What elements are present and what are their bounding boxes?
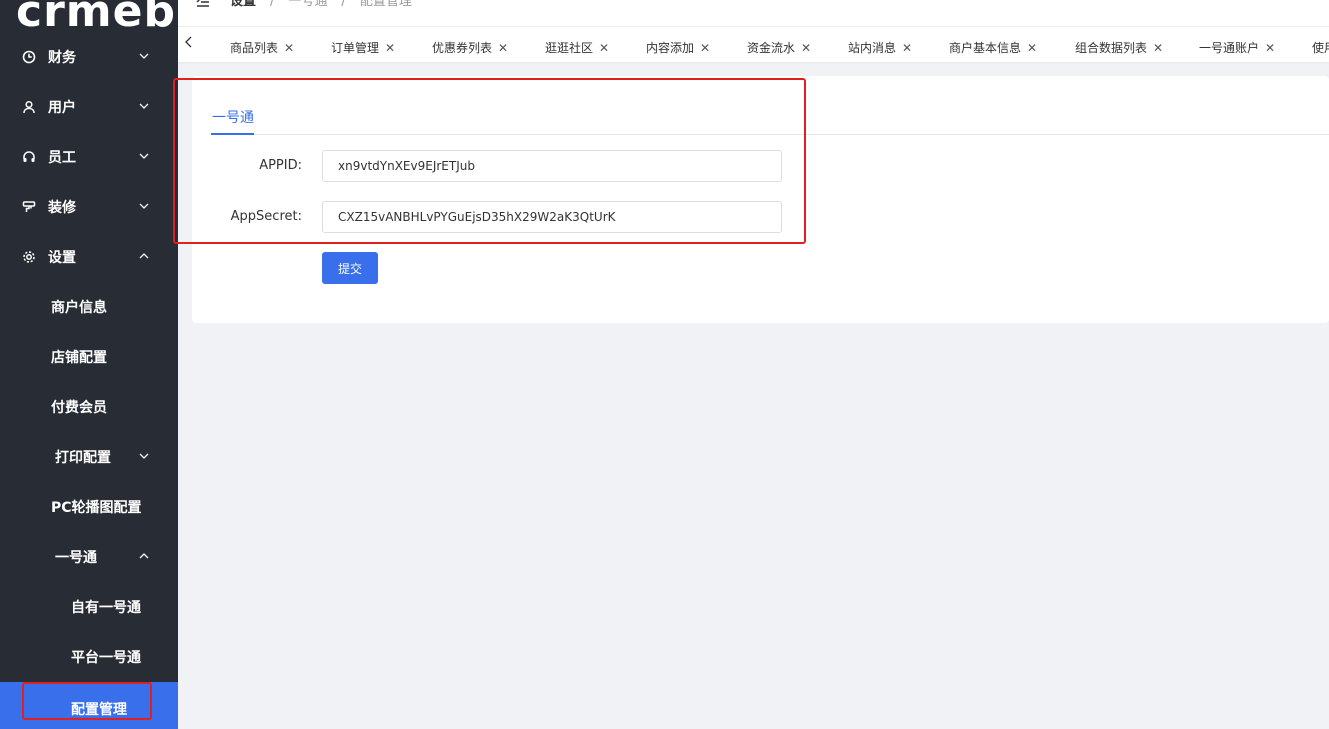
sidebar-item-print-config[interactable]: 打印配置 (0, 432, 178, 482)
config-card: 一号通 APPID: xn9vtdYnXEv9EJrETJub AppSecre… (192, 76, 1329, 323)
tab-merchant-basic-info[interactable]: 商户基本信息 ✕ (949, 39, 1037, 56)
tab-label: 优惠券列表 (432, 41, 493, 55)
sidebar-item-users[interactable]: 用户 (0, 82, 178, 132)
sidebar: crmeb 财务 用户 员工 装修 设置 商户信息 店铺配置 付费会员 打印配置… (0, 0, 178, 729)
top-header: 设置 / 一号通 / 配置管理 (178, 0, 1329, 26)
logo: crmeb (16, 0, 176, 37)
tab-label: 组合数据列表 (1075, 41, 1148, 55)
sidebar-item-label: PC轮播图配置 (51, 500, 142, 516)
tab-label: 使用 (1312, 41, 1329, 55)
close-icon[interactable]: ✕ (1153, 41, 1163, 55)
sidebar-item-label: 用户 (48, 100, 76, 116)
tab-divider (211, 134, 1329, 135)
tab-community[interactable]: 逛逛社区 ✕ (545, 39, 609, 56)
clock-icon (22, 50, 36, 64)
breadcrumb-item: 配置管理 (359, 0, 412, 9)
close-icon[interactable]: ✕ (385, 41, 395, 55)
sidebar-item-label: 打印配置 (55, 450, 111, 466)
close-icon[interactable]: ✕ (1027, 41, 1037, 55)
sidebar-item-label: 设置 (48, 250, 76, 266)
headset-icon (22, 150, 36, 164)
sidebar-item-settings[interactable]: 设置 (0, 232, 178, 282)
paint-roller-icon (22, 200, 36, 214)
breadcrumb-item[interactable]: 设置 (230, 0, 256, 12)
submit-button[interactable]: 提交 (322, 252, 378, 284)
chevron-down-icon (138, 450, 150, 466)
sidebar-item-label: 自有一号通 (71, 600, 141, 616)
tab-yihaotong[interactable]: 一号通 (212, 107, 254, 127)
close-icon[interactable]: ✕ (498, 41, 508, 55)
breadcrumb-separator: / (341, 0, 346, 9)
tab-order-management[interactable]: 订单管理 ✕ (331, 39, 395, 56)
sidebar-item-decoration[interactable]: 装修 (0, 182, 178, 232)
sidebar-item-own-yihaotong[interactable]: 自有一号通 (0, 582, 178, 632)
tab-label: 内容添加 (646, 41, 695, 55)
tab-label: 一号通账户 (1199, 41, 1260, 55)
sidebar-item-label: 平台一号通 (71, 650, 141, 666)
tab-label: 逛逛社区 (545, 41, 594, 55)
sidebar-item-yihaotong[interactable]: 一号通 (0, 532, 178, 582)
appid-field[interactable]: xn9vtdYnXEv9EJrETJub (322, 150, 782, 182)
sidebar-item-paid-member[interactable]: 付费会员 (0, 382, 178, 432)
sidebar-item-label: 装修 (48, 200, 76, 216)
tab-product-list[interactable]: 商品列表 ✕ (230, 39, 294, 56)
close-icon[interactable]: ✕ (700, 41, 710, 55)
tab-combo-data-list[interactable]: 组合数据列表 ✕ (1075, 39, 1163, 56)
tab-yihaotong-account[interactable]: 一号通账户 ✕ (1199, 39, 1275, 56)
user-icon (22, 100, 36, 114)
tab-label: 站内消息 (848, 41, 897, 55)
sidebar-item-merchant-info[interactable]: 商户信息 (0, 282, 178, 332)
sidebar-item-label: 配置管理 (71, 702, 127, 718)
sidebar-item-pc-banner[interactable]: PC轮播图配置 (0, 482, 178, 532)
sidebar-item-store-config[interactable]: 店铺配置 (0, 332, 178, 382)
chevron-down-icon (138, 100, 150, 112)
tab-usage[interactable]: 使用 (1312, 39, 1329, 56)
chevron-up-icon (138, 550, 150, 566)
sidebar-item-config-management[interactable]: 配置管理 (0, 682, 178, 729)
sidebar-item-finance[interactable]: 财务 (0, 32, 178, 82)
close-icon[interactable]: ✕ (1265, 41, 1275, 55)
sidebar-item-label: 店铺配置 (51, 350, 107, 366)
breadcrumb-item[interactable]: 一号通 (288, 0, 327, 12)
tab-site-messages[interactable]: 站内消息 ✕ (848, 39, 912, 56)
appsecret-label: AppSecret: (230, 209, 302, 224)
tab-coupon-list[interactable]: 优惠券列表 ✕ (432, 39, 508, 56)
chevron-down-icon (138, 50, 150, 62)
close-icon[interactable]: ✕ (902, 41, 912, 55)
chevron-left-icon[interactable] (184, 36, 194, 52)
tab-label: 商品列表 (230, 41, 279, 55)
tab-bar: 商品列表 ✕ 订单管理 ✕ 优惠券列表 ✕ 逛逛社区 ✕ 内容添加 ✕ 资金流水 ✕ 站内消… (178, 26, 1329, 62)
sidebar-item-label: 一号通 (55, 550, 97, 566)
tab-fund-flow[interactable]: 资金流水 ✕ (747, 39, 811, 56)
breadcrumb-separator: / (270, 0, 275, 9)
active-tab-indicator (211, 133, 254, 135)
tab-content-add[interactable]: 内容添加 ✕ (646, 39, 710, 56)
chevron-down-icon (138, 200, 150, 212)
chevron-up-icon (138, 250, 150, 262)
chevron-down-icon (138, 150, 150, 162)
tab-label: 订单管理 (331, 41, 380, 55)
appid-label: APPID: (259, 158, 302, 173)
appsecret-field[interactable]: CXZ15vANBHLvPYGuEjsD35hX29W2aK3QtUrK (322, 201, 782, 233)
close-icon[interactable]: ✕ (284, 41, 294, 55)
breadcrumb: 设置 / 一号通 / 配置管理 (230, 0, 412, 12)
sidebar-item-label: 付费会员 (51, 400, 107, 416)
close-icon[interactable]: ✕ (599, 41, 609, 55)
gear-icon (22, 250, 36, 264)
sidebar-item-label: 员工 (48, 150, 76, 166)
sidebar-item-platform-yihaotong[interactable]: 平台一号通 (0, 632, 178, 682)
sidebar-item-staff[interactable]: 员工 (0, 132, 178, 182)
menu-fold-icon[interactable] (196, 0, 210, 8)
close-icon[interactable]: ✕ (801, 41, 811, 55)
tab-label: 资金流水 (747, 41, 796, 55)
tab-label: 商户基本信息 (949, 41, 1022, 55)
sidebar-item-label: 财务 (48, 50, 76, 66)
sidebar-item-label: 商户信息 (51, 300, 107, 316)
